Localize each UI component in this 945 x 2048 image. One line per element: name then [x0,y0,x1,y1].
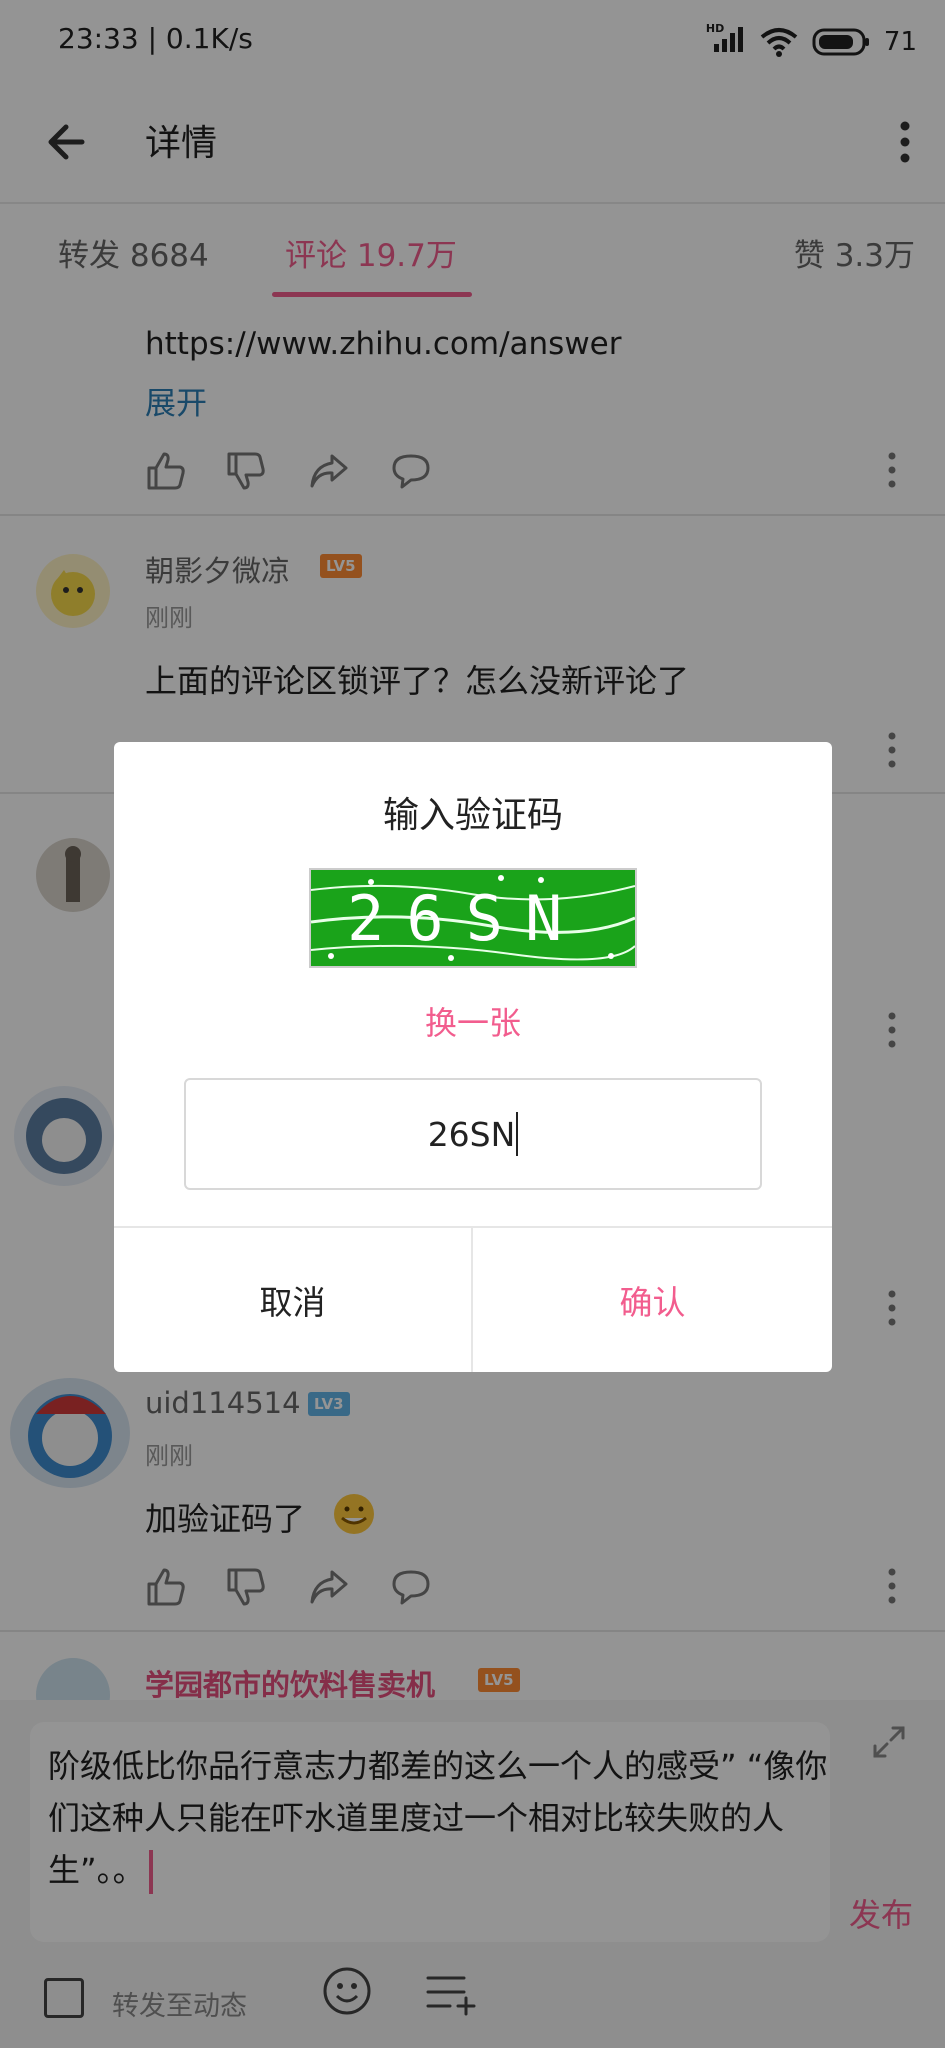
refresh-captcha-link[interactable]: 换一张 [114,998,832,1044]
confirm-button[interactable]: 确认 [473,1228,832,1372]
captcha-dialog: 输入验证码 26SN 换一张 26SN 取消 确认 [114,742,832,1372]
cancel-button[interactable]: 取消 [114,1228,471,1372]
text-cursor [516,1112,519,1156]
captcha-input[interactable]: 26SN [184,1078,762,1190]
captcha-image[interactable]: 26SN [309,868,637,968]
dialog-title: 输入验证码 [382,795,563,836]
captcha-text: 26SN [347,882,584,955]
captcha-input-value: 26SN [427,1114,516,1154]
